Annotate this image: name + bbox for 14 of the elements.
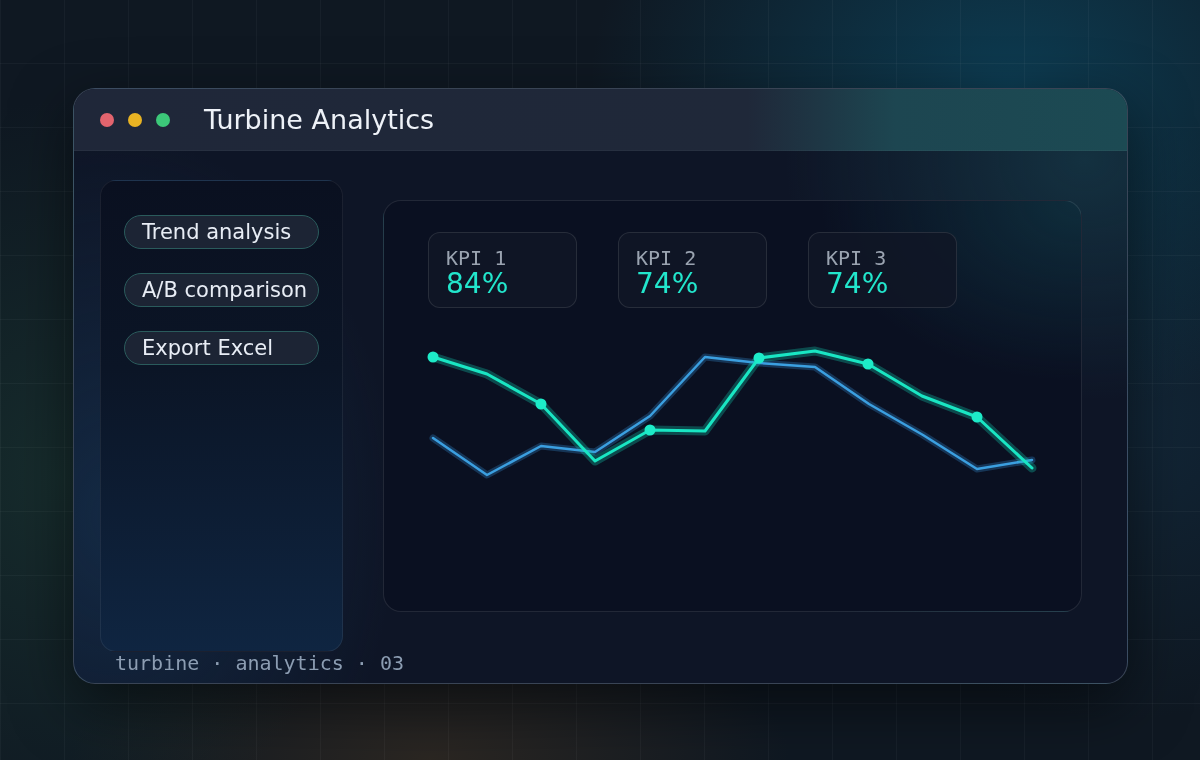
window-control-icon[interactable] (100, 112, 114, 127)
window-title: Turbine Analytics (204, 103, 435, 136)
sidebar-action-button[interactable]: A/B comparison (124, 273, 319, 307)
window-control-icon[interactable] (128, 112, 142, 127)
footer-caption: turbine · analytics · 03 (115, 652, 404, 674)
window-control-icon[interactable] (156, 112, 170, 127)
kpi-value: 84% (446, 269, 509, 299)
sidebar-action-button[interactable]: Export Excel (124, 331, 319, 365)
kpi-value: 74% (636, 269, 699, 299)
sidebar-action-button[interactable]: Trend analysis (124, 215, 319, 249)
kpi-label: KPI 2 (636, 247, 697, 269)
kpi-value: 74% (826, 269, 889, 299)
kpi-label: KPI 3 (826, 247, 887, 269)
kpi-label: KPI 1 (446, 247, 507, 269)
